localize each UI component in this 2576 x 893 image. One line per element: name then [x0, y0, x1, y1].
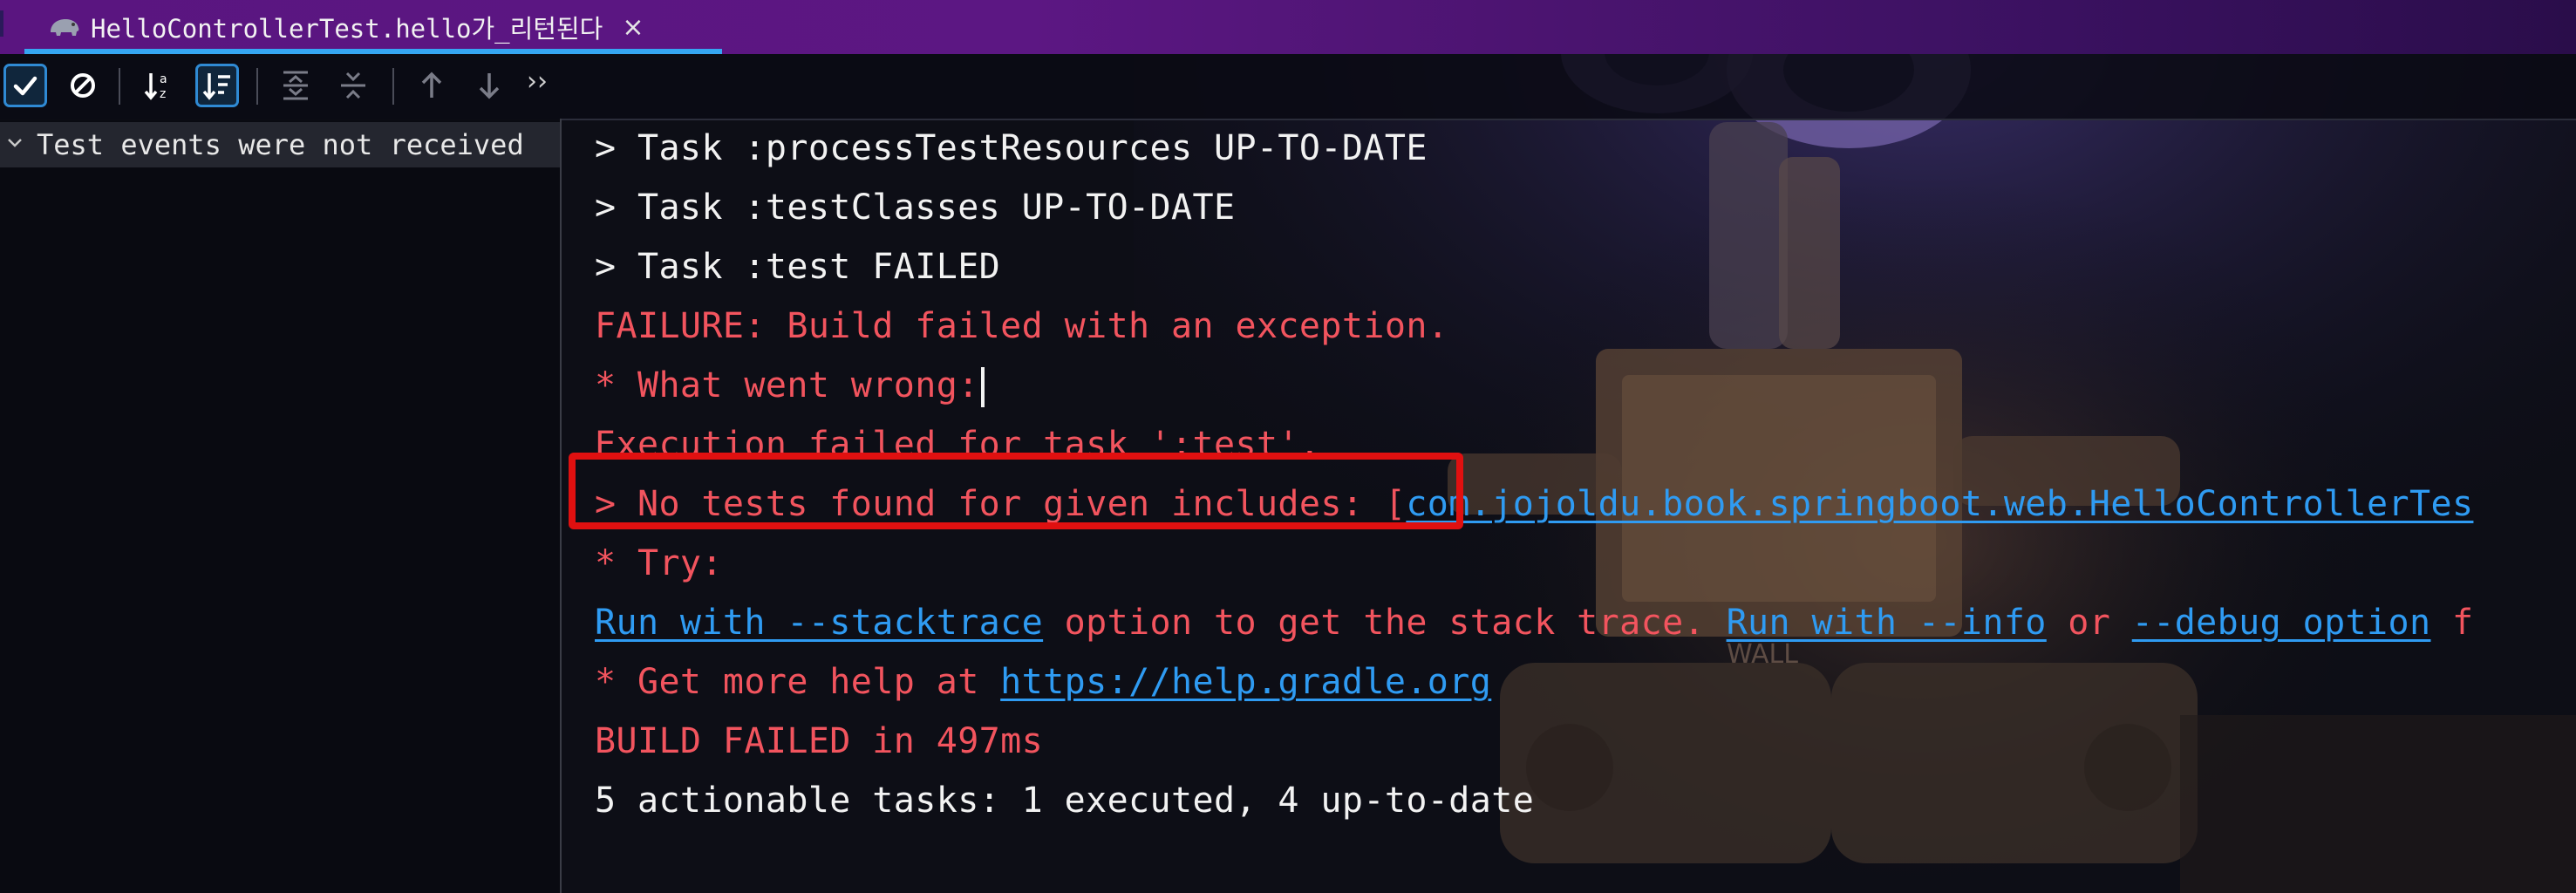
console-line: > Task :processTestResources UP-TO-DATE	[595, 128, 1428, 168]
collapse-all-button[interactable]	[331, 64, 375, 107]
svg-text:a: a	[160, 72, 167, 86]
gradle-elephant-icon	[47, 15, 82, 39]
console-line-error: * What went wrong:	[595, 356, 985, 415]
arrow-down-icon	[479, 73, 500, 99]
arrow-up-icon	[421, 72, 442, 98]
toolbar-separator	[256, 68, 258, 105]
run-tool-window: WALL HelloControllerTest.hello가_리턴된다 × a…	[0, 0, 2576, 893]
test-class-link[interactable]: com.jojoldu.book.springboot.web.HelloCon…	[1406, 484, 2473, 524]
test-runner-toolbar: az ››	[0, 54, 2576, 120]
previous-failed-button[interactable]	[410, 64, 453, 107]
collapse-all-icon	[341, 72, 365, 99]
next-failed-button[interactable]	[467, 64, 511, 107]
expand-all-button[interactable]	[274, 64, 317, 107]
panel-splitter[interactable]	[560, 119, 562, 893]
ban-icon	[71, 73, 95, 98]
console-line-error: * Try:	[595, 543, 723, 583]
console-output[interactable]: > Task :processTestResources UP-TO-DATE …	[595, 119, 2576, 893]
sort-alphabetically-button[interactable]: az	[138, 64, 181, 107]
sort-by-duration-button[interactable]	[195, 64, 239, 107]
show-passed-toggle[interactable]	[3, 64, 47, 107]
console-line-error: > No tests found for given includes: [co…	[595, 484, 2474, 524]
console-line: > Task :test FAILED	[595, 247, 1001, 287]
tab-title: HelloControllerTest.hello가_리턴된다	[91, 14, 603, 44]
console-line-error: BUILD FAILED in 497ms	[595, 721, 1044, 761]
more-actions-chevron-icon[interactable]: ››	[527, 66, 548, 97]
editor-tab-strip: HelloControllerTest.hello가_리턴된다 ×	[0, 0, 2576, 54]
test-tree-panel: Test events were not received	[0, 119, 560, 893]
console-line: > Task :testClasses UP-TO-DATE	[595, 187, 1236, 228]
tree-item-label: Test events were not received	[37, 128, 524, 161]
tab-hello-controller-test[interactable]: HelloControllerTest.hello가_리턴된다 ×	[24, 0, 722, 54]
sort-duration-icon	[202, 73, 230, 100]
svg-text:z: z	[160, 87, 166, 101]
text-caret	[980, 367, 985, 407]
tree-item-root[interactable]: Test events were not received	[0, 122, 560, 167]
toolbar-separator	[119, 68, 120, 105]
show-ignored-toggle[interactable]	[61, 64, 105, 107]
debug-option-link[interactable]: --debug option	[2132, 603, 2431, 643]
console-line-error: FAILURE: Build failed with an exception.	[595, 306, 1449, 346]
console-line-error: Execution failed for task ':test'.	[595, 425, 1321, 465]
close-icon[interactable]: ×	[622, 12, 644, 43]
run-with-stacktrace-link[interactable]: Run with --stacktrace	[595, 603, 1043, 643]
chevron-down-icon[interactable]	[5, 133, 24, 156]
toolbar-separator	[392, 68, 394, 105]
tab-strip-edge	[0, 10, 3, 37]
console-line: 5 actionable tasks: 1 executed, 4 up-to-…	[595, 781, 1535, 821]
sort-alpha-icon: az	[144, 72, 167, 101]
console-line-error: * Get more help at https://help.gradle.o…	[595, 662, 1492, 702]
expand-all-icon	[283, 71, 308, 100]
console-line-error: Run with --stacktrace option to get the …	[595, 603, 2474, 643]
gradle-help-link[interactable]: https://help.gradle.org	[1000, 662, 1491, 702]
check-icon	[13, 76, 37, 96]
run-with-info-link[interactable]: Run with --info	[1727, 603, 2047, 643]
